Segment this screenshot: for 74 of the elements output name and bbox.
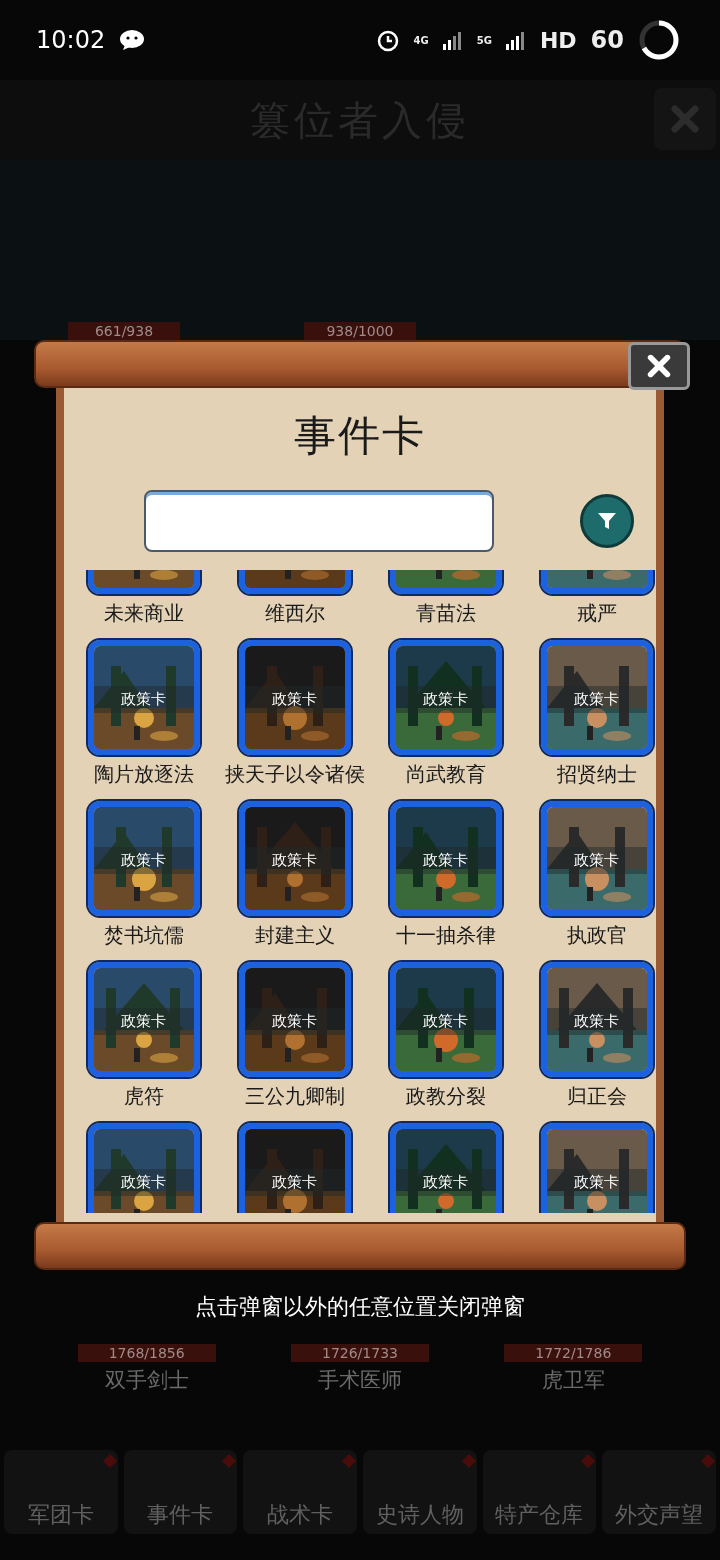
card-type-label: 政策卡	[93, 1169, 194, 1196]
event-card[interactable]: 政策卡	[540, 801, 653, 916]
card-type-label: 政策卡	[244, 1169, 345, 1196]
close-icon	[645, 352, 673, 380]
dialog-title: 事件卡	[294, 410, 426, 462]
search-field[interactable]	[144, 490, 494, 552]
event-card[interactable]: 政策卡	[540, 1123, 653, 1213]
card-name: 维西尔	[264, 600, 325, 627]
troop-count: 938/1000	[304, 322, 416, 340]
unit-name: 手术医师	[318, 1367, 402, 1394]
card-type-label: 政策卡	[244, 847, 345, 874]
alarm-icon	[375, 28, 400, 52]
card-type-label: 政策卡	[546, 847, 647, 874]
event-card[interactable]: 政策卡	[238, 1123, 351, 1213]
network-label: 4G	[413, 34, 429, 46]
card-name: 归正会	[566, 1083, 627, 1110]
event-card[interactable]: 政策卡	[389, 962, 502, 1077]
card-name: 三公九卿制	[244, 1083, 345, 1110]
troop-count: 661/938	[68, 322, 180, 340]
card-type-label: 政策卡	[93, 847, 194, 874]
card-name: 尚武教育	[405, 761, 486, 788]
event-card[interactable]: 政策卡	[540, 640, 653, 755]
card-type-label: 政策卡	[546, 1169, 647, 1196]
network-label: 5G	[476, 34, 492, 46]
event-card[interactable]: 政策卡	[87, 640, 200, 755]
card-type-label: 政策卡	[244, 1008, 345, 1035]
event-card[interactable]: 政策卡	[389, 640, 502, 755]
card-type-label: 政策卡	[93, 1008, 194, 1035]
card-name: 招贤纳士	[556, 761, 637, 788]
status-time: 10:02	[36, 26, 106, 54]
card-name: 未来商业	[103, 600, 184, 627]
card-name: 十一抽杀律	[395, 922, 496, 949]
card-name: 封建主义	[254, 922, 335, 949]
card-name: 焚书坑儒	[103, 922, 184, 949]
card-type-label: 政策卡	[546, 686, 647, 713]
event-card[interactable]: 政策卡	[87, 801, 200, 916]
event-card[interactable]: 政策卡	[238, 640, 351, 755]
card-name: 虎符	[123, 1083, 164, 1110]
event-card[interactable]: 政策卡	[238, 801, 351, 916]
event-card[interactable]: 政策卡	[389, 801, 502, 916]
card-type-label: 政策卡	[395, 1169, 496, 1196]
signal-icon	[442, 30, 463, 50]
card-name: 挟天子以令诸侯	[224, 761, 365, 788]
close-button[interactable]	[628, 342, 690, 390]
troop-count: 1768/1856	[77, 1344, 216, 1362]
card-name: 执政官	[566, 922, 627, 949]
card-type-label: 政策卡	[546, 1008, 647, 1035]
hd-label: HD	[539, 27, 577, 53]
loading-ring-icon	[638, 19, 680, 61]
card-type-label: 政策卡	[395, 686, 496, 713]
card-type-label: 政策卡	[93, 686, 194, 713]
card-type-label: 政策卡	[244, 686, 345, 713]
close-icon	[668, 102, 702, 136]
unit-name: 双手剑士	[104, 1367, 189, 1394]
refresh-rate: 60	[590, 26, 624, 54]
card-name: 政教分裂	[405, 1083, 486, 1110]
troop-count: 1772/1786	[504, 1344, 643, 1362]
chat-icon	[119, 29, 146, 51]
troop-count: 1726/1733	[291, 1344, 429, 1362]
signal-icon	[505, 30, 526, 50]
unit-name: 虎卫军	[541, 1367, 605, 1394]
card-name: 戒严	[576, 600, 617, 627]
card-name: 陶片放逐法	[93, 761, 194, 788]
card-name: 青苗法	[415, 600, 476, 627]
card-type-label: 政策卡	[395, 1008, 496, 1035]
event-card[interactable]: 政策卡	[87, 962, 200, 1077]
event-card[interactable]: 政策卡	[389, 1123, 502, 1213]
filter-icon	[596, 510, 618, 532]
event-card[interactable]: 政策卡	[540, 962, 653, 1077]
event-card[interactable]: 政策卡	[87, 1123, 200, 1213]
card-type-label: 政策卡	[395, 847, 496, 874]
event-card[interactable]: 政策卡	[238, 962, 351, 1077]
close-hint: 点击弹窗以外的任意位置关闭弹窗	[194, 1293, 526, 1321]
filter-button[interactable]	[580, 494, 634, 548]
